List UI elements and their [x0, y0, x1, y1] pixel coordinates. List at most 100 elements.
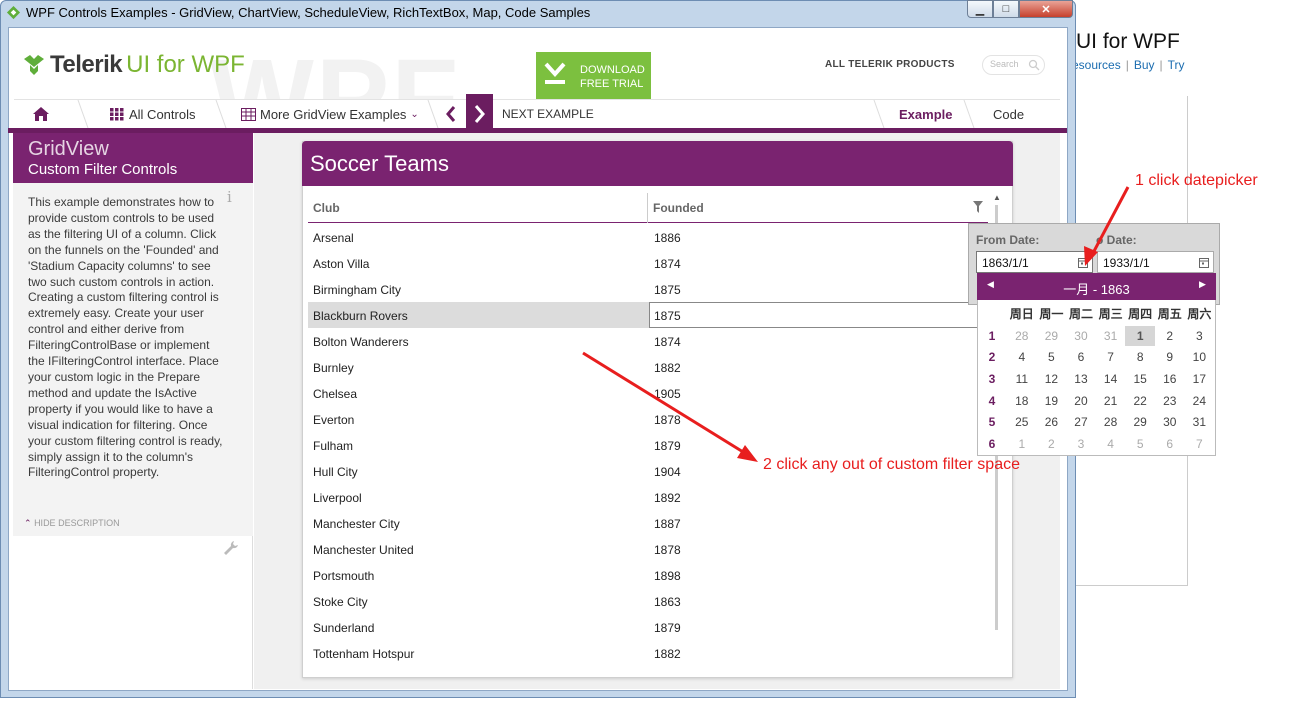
scroll-up-icon[interactable]: ▲ — [993, 193, 1001, 202]
link-resources[interactable]: esources — [1072, 58, 1121, 72]
calendar-day[interactable]: 12 — [1037, 372, 1067, 386]
table-row[interactable]: Everton 1878 — [308, 406, 988, 432]
calendar-day[interactable]: 7 — [1096, 350, 1126, 364]
title-bar[interactable]: WPF Controls Examples - GridView, ChartV… — [0, 0, 1076, 26]
calendar-day[interactable]: 28 — [1096, 415, 1126, 429]
to-date-value: 1933/1/1 — [1103, 256, 1150, 270]
previous-example-button[interactable] — [439, 100, 463, 128]
calendar-day[interactable]: 21 — [1096, 394, 1126, 408]
table-row[interactable]: Chelsea 1905 — [308, 380, 988, 406]
table-row[interactable]: Liverpool 1892 — [308, 484, 988, 510]
table-row[interactable]: Manchester United 1878 — [308, 536, 988, 562]
calendar-day[interactable]: 14 — [1096, 372, 1126, 386]
table-row[interactable]: Arsenal 1886 — [308, 224, 988, 250]
minimize-button[interactable]: ▁ — [967, 0, 993, 18]
column-header-club[interactable]: Club — [308, 193, 648, 223]
calendar-day[interactable]: 6 — [1066, 350, 1096, 364]
maximize-button[interactable]: □ — [993, 0, 1019, 18]
nav-bar: All Controls More GridView Examples ⌄ NE… — [14, 94, 1060, 134]
calendar-day[interactable]: 13 — [1066, 372, 1096, 386]
calendar-day[interactable]: 3 — [1066, 437, 1096, 451]
calendar-day[interactable]: 24 — [1185, 394, 1215, 408]
table-row[interactable]: Stoke City 1863 — [308, 588, 988, 614]
calendar-day[interactable]: 16 — [1155, 372, 1185, 386]
calendar-day[interactable]: 9 — [1155, 350, 1185, 364]
all-products-link[interactable]: ALL TELERIK PRODUCTS — [825, 59, 955, 70]
table-row[interactable]: Portsmouth 1898 — [308, 562, 988, 588]
calendar-day[interactable]: 26 — [1037, 415, 1067, 429]
calendar-week-number: 6 — [988, 436, 996, 451]
calendar-day[interactable]: 1 — [1007, 437, 1037, 451]
calendar-day[interactable]: 5 — [1037, 350, 1067, 364]
calendar-day[interactable]: 20 — [1066, 394, 1096, 408]
home-button[interactable] — [32, 100, 50, 128]
filter-funnel-icon[interactable] — [973, 201, 983, 213]
to-date-picker[interactable]: 1933/1/1 — [1097, 251, 1214, 273]
tab-code[interactable]: Code — [993, 100, 1024, 128]
column-header-founded[interactable]: Founded — [648, 193, 988, 223]
cell-founded: 1904 — [654, 465, 681, 479]
calendar-day[interactable]: 18 — [1007, 394, 1037, 408]
table-row[interactable]: Aston Villa 1874 — [308, 250, 988, 276]
current-cell[interactable] — [649, 302, 988, 328]
calendar-day[interactable]: 23 — [1155, 394, 1185, 408]
next-example-button[interactable]: NEXT EXAMPLE — [502, 100, 594, 128]
table-row[interactable]: Fulham 1879 — [308, 432, 988, 458]
calendar-day[interactable]: 6 — [1155, 437, 1185, 451]
all-controls-button[interactable]: All Controls — [109, 100, 195, 128]
calendar-day[interactable]: 19 — [1037, 394, 1067, 408]
table-row[interactable]: Bolton Wanderers 1874 — [308, 328, 988, 354]
close-button[interactable]: ✕ — [1019, 0, 1073, 18]
table-row[interactable]: Manchester City 1887 — [308, 510, 988, 536]
calendar-icon[interactable] — [1078, 257, 1088, 268]
calendar-day[interactable]: 31 — [1185, 415, 1215, 429]
hide-description-button[interactable]: ⌃ HIDE DESCRIPTION — [24, 518, 120, 529]
link-try[interactable]: Try — [1168, 58, 1185, 72]
calendar-day[interactable]: 3 — [1185, 329, 1215, 343]
calendar-week-number: 2 — [988, 350, 996, 365]
calendar-day[interactable]: 15 — [1125, 372, 1155, 386]
calendar-day[interactable]: 2 — [1037, 437, 1067, 451]
calendar-day[interactable]: 4 — [1096, 437, 1126, 451]
calendar-day[interactable]: 1 — [1125, 325, 1155, 346]
calendar-day[interactable]: 7 — [1185, 437, 1215, 451]
cell-founded: 1875 — [654, 283, 681, 297]
download-trial-button[interactable]: DOWNLOAD FREE TRIAL — [536, 52, 651, 100]
calendar-day[interactable]: 11 — [1007, 372, 1037, 386]
cell-founded: 1863 — [654, 595, 681, 609]
wrench-icon[interactable] — [223, 540, 239, 556]
calendar-day[interactable]: 17 — [1185, 372, 1215, 386]
calendar-icon[interactable] — [1199, 257, 1209, 268]
telerik-logo[interactable]: Telerik UI for WPF — [22, 50, 245, 80]
calendar-day[interactable]: 2 — [1155, 329, 1185, 343]
tab-example[interactable]: Example — [899, 100, 952, 128]
table-row[interactable]: Tottenham Hotspur 1882 — [308, 640, 988, 666]
calendar-day[interactable]: 25 — [1007, 415, 1037, 429]
from-date-value: 1863/1/1 — [982, 256, 1029, 270]
cell-club: Fulham — [313, 439, 354, 453]
calendar-day[interactable]: 29 — [1037, 329, 1067, 343]
calendar-day[interactable]: 28 — [1007, 329, 1037, 343]
table-row[interactable]: Burnley 1882 — [308, 354, 988, 380]
calendar-day[interactable]: 31 — [1096, 329, 1126, 343]
from-date-picker[interactable]: 1863/1/1 — [976, 251, 1093, 273]
calendar-day[interactable]: 4 — [1007, 350, 1037, 364]
calendar-day[interactable]: 27 — [1066, 415, 1096, 429]
calendar-day[interactable]: 10 — [1185, 350, 1215, 364]
calendar-day[interactable]: 8 — [1125, 350, 1155, 364]
table-row[interactable]: Blackburn Rovers 1875 — [308, 302, 988, 328]
calendar-day[interactable]: 30 — [1066, 329, 1096, 343]
cell-club: Bolton Wanderers — [313, 335, 409, 349]
search-input[interactable]: Search — [982, 55, 1045, 75]
calendar-next-month-icon[interactable]: ▶ — [1199, 279, 1206, 290]
table-row[interactable]: Birmingham City 1875 — [308, 276, 988, 302]
calendar-month-title[interactable]: 一月 - 1863 — [977, 279, 1216, 298]
calendar-day[interactable]: 22 — [1125, 394, 1155, 408]
table-row[interactable]: Sunderland 1879 — [308, 614, 988, 640]
more-examples-dropdown[interactable]: More GridView Examples ⌄ — [241, 100, 419, 128]
link-buy[interactable]: Buy — [1134, 58, 1155, 72]
calendar-day[interactable]: 29 — [1125, 415, 1155, 429]
calendar-day[interactable]: 30 — [1155, 415, 1185, 429]
cell-founded: 1887 — [654, 517, 681, 531]
calendar-day[interactable]: 5 — [1125, 437, 1155, 451]
